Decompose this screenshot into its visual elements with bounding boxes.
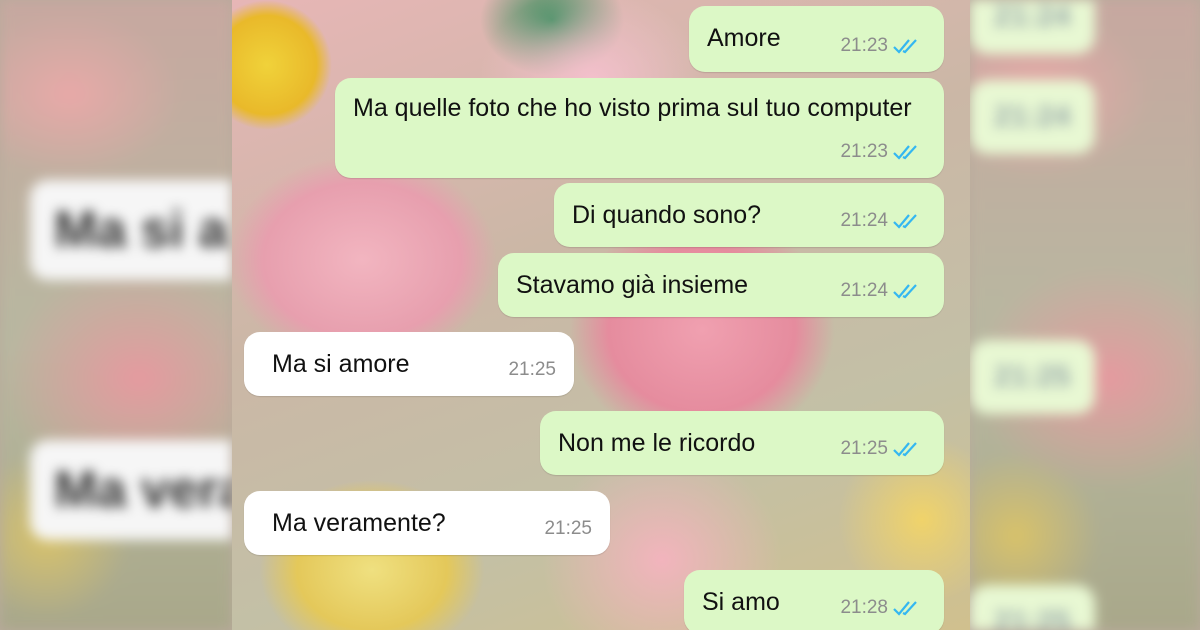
message-outgoing[interactable]: Amore 21:23: [689, 6, 944, 72]
message-outgoing[interactable]: Ma quelle foto che ho visto prima sul tu…: [335, 78, 944, 178]
message-incoming[interactable]: Ma si amore 21:25: [244, 332, 574, 396]
message-meta: 21:24: [840, 274, 922, 307]
message-time: 21:25: [544, 518, 592, 539]
message-time: 21:24: [840, 210, 888, 231]
message-meta: 21:28: [840, 591, 922, 624]
message-time: 21:24: [840, 280, 888, 301]
message-outgoing[interactable]: Non me le ricordo 21:25: [540, 411, 944, 475]
message-outgoing[interactable]: Si amo 21:28: [684, 570, 944, 630]
blurred-bubble-ghost: 21:25: [970, 585, 1095, 630]
message-time: 21:25: [840, 438, 888, 459]
blurred-background-right: 21:24 21:24 21:25 21:25: [970, 0, 1200, 630]
message-meta: 21:23: [840, 29, 922, 62]
chat-conversation[interactable]: Amore 21:23 Ma quelle foto che ho visto …: [232, 0, 970, 630]
message-incoming[interactable]: Ma veramente? 21:25: [244, 491, 610, 555]
message-meta: 21:24: [840, 204, 922, 237]
read-ticks-icon: [893, 600, 917, 616]
message-time: 21:23: [840, 35, 888, 56]
read-ticks-icon: [893, 213, 917, 229]
message-outgoing[interactable]: Stavamo già insieme 21:24: [498, 253, 944, 317]
message-meta: 21:23: [840, 135, 922, 168]
read-ticks-icon: [893, 283, 917, 299]
blurred-bubble-ghost: 21:24: [970, 80, 1095, 154]
message-time: 21:28: [840, 597, 888, 618]
blurred-bubble-ghost: Ma si a: [30, 180, 232, 280]
blurred-bubble-ghost: 21:25: [970, 340, 1095, 414]
blurred-bubble-ghost: Ma vera: [30, 440, 232, 540]
message-meta: 21:25: [544, 512, 592, 545]
read-ticks-icon: [893, 38, 917, 54]
message-time: 21:25: [508, 359, 556, 380]
message-outgoing[interactable]: Di quando sono? 21:24: [554, 183, 944, 247]
message-meta: 21:25: [840, 432, 922, 465]
message-text: Ma quelle foto che ho visto prima sul tu…: [353, 94, 912, 122]
message-meta: 21:25: [508, 353, 556, 386]
blurred-background-left: Ma si a Ma vera: [0, 0, 232, 630]
read-ticks-icon: [893, 441, 917, 457]
message-text: Ma veramente?: [272, 509, 446, 537]
read-ticks-icon: [893, 144, 917, 160]
blurred-bubble-ghost: 21:24: [970, 0, 1095, 54]
message-time: 21:23: [840, 141, 888, 162]
